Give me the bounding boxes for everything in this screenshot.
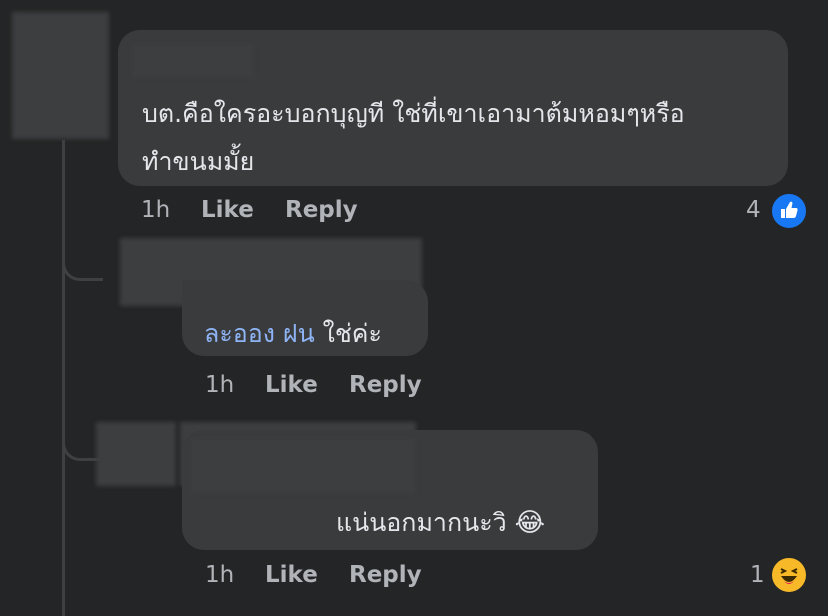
author-name[interactable] bbox=[132, 44, 254, 78]
reaction-count[interactable]: 4 bbox=[746, 197, 761, 223]
reply-button[interactable]: Reply bbox=[349, 562, 422, 588]
like-button[interactable]: Like bbox=[265, 372, 318, 398]
timestamp[interactable]: 1h bbox=[205, 562, 234, 588]
laughing-emoji-icon: 😂 bbox=[514, 508, 545, 538]
thread-line bbox=[62, 140, 65, 616]
like-button[interactable]: Like bbox=[265, 562, 318, 588]
comment-text: แน่นอกมากนะวิ 😂 bbox=[336, 503, 545, 543]
avatar[interactable] bbox=[96, 422, 176, 486]
haha-icon[interactable] bbox=[770, 556, 808, 594]
like-icon[interactable] bbox=[770, 192, 808, 230]
reaction-count[interactable]: 1 bbox=[750, 562, 765, 588]
comment-body: ใช่ค่ะ bbox=[322, 319, 382, 348]
like-button[interactable]: Like bbox=[201, 197, 254, 223]
author-name[interactable] bbox=[190, 438, 416, 494]
comment-text: บต.คือใครอะบอกบุญที ใช่ที่เขาเอามาต้มหอม… bbox=[142, 99, 685, 128]
timestamp[interactable]: 1h bbox=[141, 197, 170, 223]
reply-button[interactable]: Reply bbox=[349, 372, 422, 398]
comment-body: แน่นอกมากนะวิ bbox=[336, 508, 507, 537]
reply-button[interactable]: Reply bbox=[285, 197, 358, 223]
comment-text-line2: ทำขนมมั้ย bbox=[142, 147, 255, 176]
thread-connector bbox=[62, 240, 103, 281]
comment-text: ละออง ฝน ใช่ค่ะ bbox=[204, 314, 382, 354]
avatar[interactable] bbox=[12, 12, 109, 139]
mention-link[interactable]: ละออง ฝน bbox=[204, 319, 315, 348]
timestamp[interactable]: 1h bbox=[205, 372, 234, 398]
